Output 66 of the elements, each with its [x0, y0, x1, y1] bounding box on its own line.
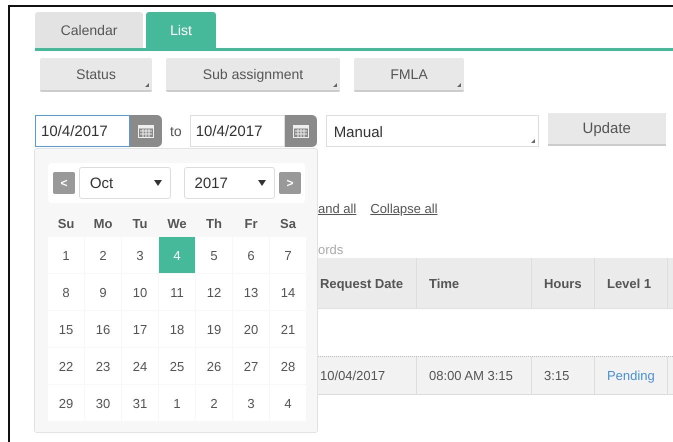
tab[interactable]: Calendar	[35, 12, 143, 48]
calendar-icon	[292, 124, 309, 138]
weekday-label: Fr	[244, 216, 258, 233]
calendar-button[interactable]	[130, 115, 162, 147]
calendar-day[interactable]: 28	[270, 348, 306, 384]
calendar-day[interactable]: 7	[270, 237, 306, 273]
end-date-field[interactable]: 10/4/2017	[190, 115, 285, 147]
records-text: ords	[318, 242, 344, 258]
calendar-day[interactable]: 31	[122, 385, 158, 421]
calendar-day[interactable]: 19	[196, 311, 232, 347]
mode-select[interactable]: Manual	[326, 115, 539, 147]
month-select[interactable]: Oct	[78, 167, 170, 199]
calendar-day[interactable]: 3	[233, 385, 269, 421]
filter-dropdown[interactable]: Status	[40, 58, 152, 92]
calendar-day[interactable]: 12	[196, 274, 232, 310]
calendar-day[interactable]: 29	[48, 385, 84, 421]
update-button[interactable]: Update	[548, 113, 666, 146]
calendar-icon	[138, 124, 154, 138]
column-header: Hours	[532, 258, 595, 308]
calendar-day[interactable]: 9	[85, 274, 121, 310]
dropdown-arrow-icon	[154, 180, 162, 186]
start-date-field[interactable]: 10/4/2017	[35, 115, 130, 147]
calendar-day[interactable]: 11	[159, 274, 195, 310]
table-cell: 3:15	[532, 357, 595, 394]
weekday-label: Th	[205, 216, 223, 233]
weekday-label: Tu	[132, 216, 148, 233]
calendar-day[interactable]: 24	[122, 348, 158, 384]
to-label: to	[170, 123, 182, 139]
calendar-day[interactable]: 22	[48, 348, 84, 384]
calendar-day[interactable]: 10	[122, 274, 158, 310]
link[interactable]: Collapse all	[370, 201, 438, 216]
year-select[interactable]: 2017	[184, 167, 276, 199]
calendar-day[interactable]: 15	[48, 311, 84, 347]
calendar-day[interactable]: 20	[233, 311, 269, 347]
calendar-day[interactable]: 3	[122, 237, 158, 273]
dropdown-arrow-icon	[258, 180, 266, 186]
calendar-day[interactable]: 2	[196, 385, 232, 421]
calendar-day[interactable]: 26	[196, 348, 232, 384]
weekday-label: We	[166, 216, 188, 233]
calendar-day[interactable]: 2	[85, 237, 121, 273]
calendar-day[interactable]: 21	[270, 311, 306, 347]
weekday-label: Sa	[279, 216, 297, 233]
link[interactable]: and all	[318, 201, 356, 216]
calendar-day[interactable]: 27	[233, 348, 269, 384]
table-cell: 08:00 AM 3:15	[417, 357, 532, 394]
calendar-day[interactable]: 14	[270, 274, 306, 310]
calendar-day[interactable]: 17	[122, 311, 158, 347]
calendar-day[interactable]: 8	[48, 274, 84, 310]
filter-dropdown[interactable]: Sub assignment	[166, 58, 340, 92]
calendar-day[interactable]: 1	[48, 237, 84, 273]
column-header: Time	[417, 258, 532, 308]
calendar-day[interactable]: 13	[233, 274, 269, 310]
weekday-label: Mo	[92, 216, 114, 233]
calendar-day[interactable]: 4	[270, 385, 306, 421]
calendar-day[interactable]: 6	[233, 237, 269, 273]
calendar-day[interactable]: 5	[196, 237, 232, 273]
calendar-button[interactable]	[284, 115, 317, 147]
filter-dropdown[interactable]: FMLA	[354, 58, 464, 92]
calendar-day[interactable]: 1	[159, 385, 195, 421]
calendar-day[interactable]: 25	[159, 348, 195, 384]
column-header: Level 1	[595, 258, 668, 308]
calendar-day[interactable]: 18	[159, 311, 195, 347]
calendar-day[interactable]: 16	[85, 311, 121, 347]
weekday-label: Su	[56, 216, 76, 233]
calendar-day[interactable]: 23	[85, 348, 121, 384]
calendar-day[interactable]: 30	[85, 385, 121, 421]
